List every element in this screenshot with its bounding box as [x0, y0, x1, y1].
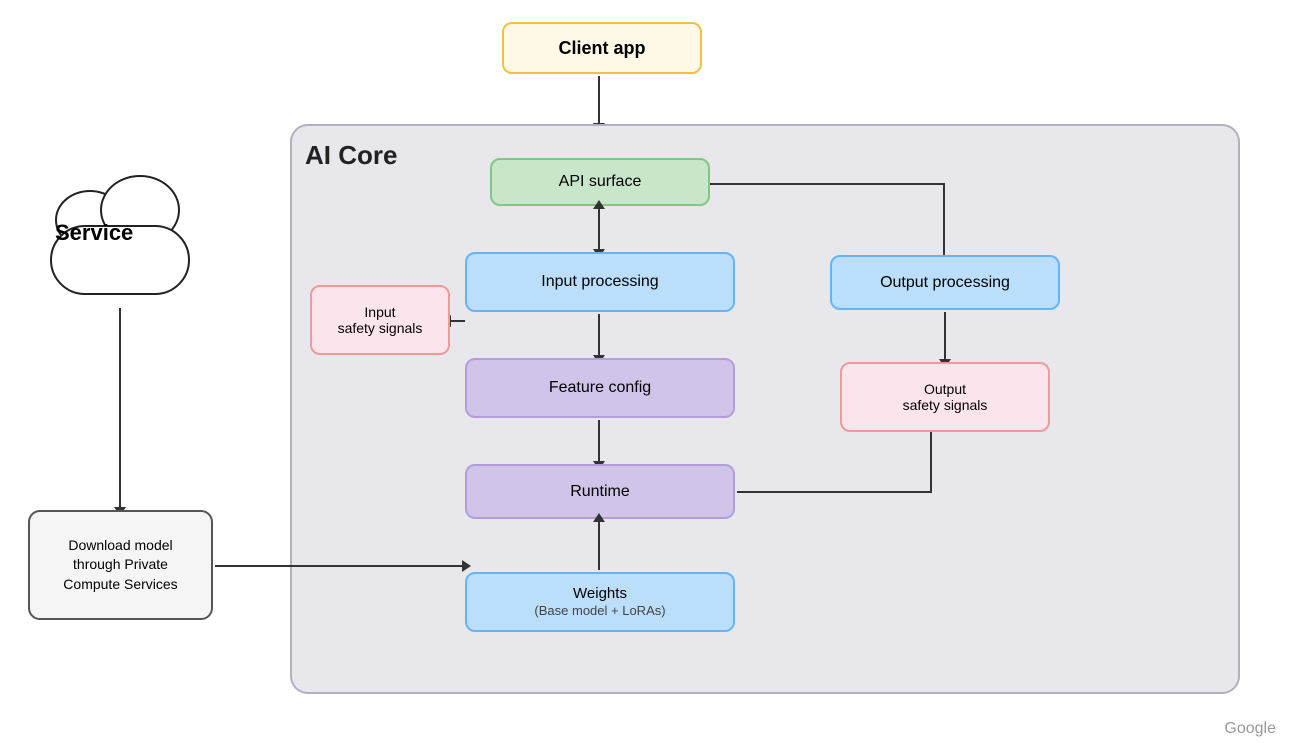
line-api-output-vertical [943, 183, 945, 255]
api-surface-box: API surface [490, 158, 710, 206]
runtime-box: Runtime [465, 464, 735, 519]
arrow-input-feature [598, 314, 600, 356]
arrow-api-input [598, 208, 600, 250]
output-processing-label: Output processing [880, 274, 1010, 292]
client-app-box: Client app [502, 22, 702, 74]
weights-label-line2: (Base model + LoRAs) [534, 603, 665, 620]
service-label: Service [55, 220, 133, 246]
api-surface-label: API surface [559, 173, 642, 191]
input-safety-box: Input safety signals [310, 285, 450, 355]
download-model-label: Download model through Private Compute S… [63, 536, 177, 595]
line-output-proc-safety [944, 312, 946, 360]
line-runtime-output [737, 491, 932, 493]
client-app-label: Client app [558, 38, 645, 59]
arrow-service-download [119, 308, 121, 508]
weights-box: Weights (Base model + LoRAs) [465, 572, 735, 632]
ai-core-label: AI Core [305, 140, 397, 171]
download-model-box: Download model through Private Compute S… [28, 510, 213, 620]
output-safety-box: Output safety signals [840, 362, 1050, 432]
input-processing-label: Input processing [541, 273, 658, 291]
line-input-safety [450, 320, 465, 322]
google-logo: Google [1224, 720, 1276, 738]
output-safety-label: Output safety signals [903, 381, 988, 413]
arrow-feature-runtime [598, 420, 600, 462]
line-api-output [710, 183, 945, 185]
ai-core-container [290, 124, 1240, 694]
arrow-download-weights [215, 565, 463, 567]
feature-config-box: Feature config [465, 358, 735, 418]
runtime-label: Runtime [570, 483, 630, 501]
input-processing-box: Input processing [465, 252, 735, 312]
arrow-client-aicore [598, 76, 600, 124]
feature-config-label: Feature config [549, 379, 651, 397]
diagram-container: Client app AI Core API surface Input pro… [0, 0, 1304, 756]
arrow-weights-runtime [598, 521, 600, 570]
input-safety-label: Input safety signals [338, 304, 423, 336]
output-processing-box: Output processing [830, 255, 1060, 310]
weights-label-line1: Weights [573, 584, 627, 604]
